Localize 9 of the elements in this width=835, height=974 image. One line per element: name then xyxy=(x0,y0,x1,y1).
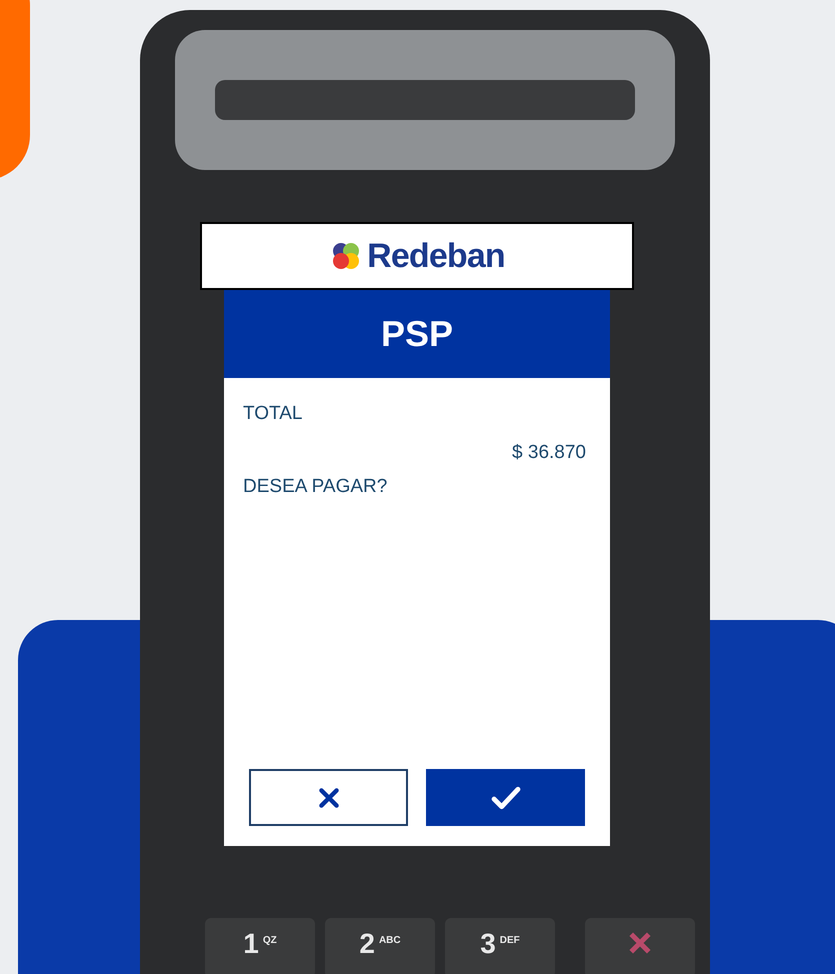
cancel-button[interactable] xyxy=(249,769,408,826)
prompt-text: DESEA PAGAR? xyxy=(243,475,388,499)
cancel-key[interactable] xyxy=(585,918,695,974)
confirm-button[interactable] xyxy=(426,769,585,826)
logo-text: Redeban xyxy=(367,236,505,276)
total-label: TOTAL xyxy=(243,402,302,426)
screen-title: PSP xyxy=(380,312,454,356)
checkmark-icon xyxy=(490,784,522,810)
total-amount: $ 36.870 xyxy=(512,440,586,464)
